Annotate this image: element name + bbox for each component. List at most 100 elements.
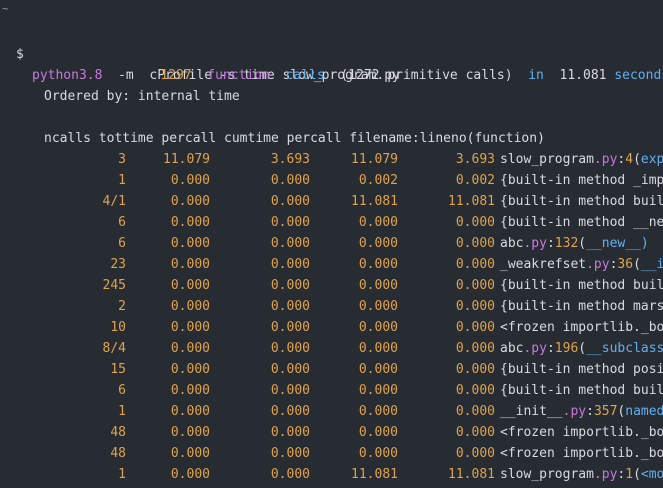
cell-ncalls: 3 (118, 152, 126, 167)
cell-filename: _weakrefset.py:36(__in (500, 257, 663, 272)
cell-filename: {built-in method _imp (500, 173, 663, 188)
cell-cumtime: 0.000 (358, 278, 398, 293)
table-row: 6 0.000 0.000 0.000 0.000 {built-in method bu… (0, 380, 663, 401)
table-header: ncalls tottime percall cumtime percall f… (44, 128, 545, 149)
table-row: 1 0.000 0.000 0.002 0.002 {built-in method _i… (0, 170, 663, 191)
cell-percall: 0.000 (270, 320, 310, 335)
cell-percall-cumulative: 0.000 (455, 425, 495, 440)
cell-filename: abc.py:132(__new__) (500, 236, 649, 251)
cell-cumtime: 0.000 (358, 257, 398, 272)
prompt-line: ~ $ python3.8 -m cProfile -s time slow_p… (0, 2, 400, 83)
cell-percall: 0.000 (270, 173, 310, 188)
cell-percall: 0.000 (270, 383, 310, 398)
cell-percall-cumulative: 0.000 (455, 320, 495, 335)
cell-percall-cumulative: 0.000 (455, 383, 495, 398)
cell-percall: 0.000 (270, 362, 310, 377)
cell-ncalls: 6 (118, 383, 126, 398)
cell-tottime: 11.079 (163, 152, 210, 167)
cell-tottime: 0.000 (170, 194, 210, 209)
cell-filename: <frozen importlib._boo (500, 425, 663, 440)
cell-tottime: 0.000 (170, 446, 210, 461)
cell-percall: 0.000 (270, 257, 310, 272)
table-row: 15 0.000 0.000 0.000 0.000 {built-in method p… (0, 359, 663, 380)
cell-cumtime: 0.000 (358, 404, 398, 419)
cell-cumtime: 0.000 (358, 425, 398, 440)
cell-cumtime: 0.000 (358, 236, 398, 251)
cell-percall: 0.000 (270, 341, 310, 356)
cell-tottime: 0.000 (170, 383, 210, 398)
cell-percall: 0.000 (270, 446, 310, 461)
table-row: 4/1 0.000 0.000 11.081 11.081 {built-in metho… (0, 191, 663, 212)
cell-filename: __init__.py:357(named (500, 404, 663, 419)
cell-percall: 0.000 (270, 215, 310, 230)
cell-filename: {built-in method builtins (500, 194, 663, 209)
table-row: 48 0.000 0.000 0.000 0.000 <frozen importlib.… (0, 443, 663, 464)
table-row: 6 0.000 0.000 0.000 0.000 {built-in method __… (0, 212, 663, 233)
cell-percall: 3.693 (270, 152, 310, 167)
cell-cumtime: 0.000 (358, 320, 398, 335)
cell-percall-cumulative: 0.000 (455, 299, 495, 314)
cell-ncalls: 48 (110, 446, 126, 461)
cell-tottime: 0.000 (170, 257, 210, 272)
terminal-window[interactable]: ~ $ python3.8 -m cProfile -s time slow_p… (0, 0, 663, 488)
cell-ncalls: 48 (110, 425, 126, 440)
cell-percall-cumulative: 0.000 (455, 446, 495, 461)
tilde-indicator: ~ (2, 2, 9, 15)
cell-tottime: 0.000 (170, 362, 210, 377)
summary-calls: calls (285, 68, 325, 83)
cell-percall: 0.000 (270, 278, 310, 293)
cell-filename: {built-in method posix (500, 362, 663, 377)
cell-ncalls: 4/1 (102, 194, 126, 209)
cell-ncalls: 23 (110, 257, 126, 272)
cell-cumtime: 0.000 (358, 341, 398, 356)
cell-tottime: 0.000 (170, 278, 210, 293)
cell-percall: 0.000 (270, 467, 310, 482)
cell-percall: 0.000 (270, 194, 310, 209)
cell-ncalls: 1 (118, 173, 126, 188)
cell-percall: 0.000 (270, 425, 310, 440)
cell-tottime: 0.000 (170, 467, 210, 482)
cell-percall: 0.000 (270, 404, 310, 419)
cell-ncalls: 10 (110, 320, 126, 335)
cell-percall-cumulative: 0.002 (455, 173, 495, 188)
cell-cumtime: 0.000 (358, 362, 398, 377)
table-row: 2 0.000 0.000 0.000 0.000 {built-in method ma… (0, 296, 663, 317)
table-row: 23 0.000 0.000 0.000 0.000 _weakrefset.py:36(… (0, 254, 663, 275)
command-python: python3.8 (32, 68, 103, 83)
cell-filename: <frozen importlib._boo (500, 446, 663, 461)
cell-tottime: 0.000 (170, 236, 210, 251)
cell-tottime: 0.000 (170, 425, 210, 440)
cell-cumtime: 0.000 (358, 215, 398, 230)
cell-filename: {built-in method mars (500, 299, 663, 314)
cell-tottime: 0.000 (170, 299, 210, 314)
cell-percall-cumulative: 0.000 (455, 236, 495, 251)
cell-cumtime: 11.081 (351, 467, 398, 482)
cell-percall-cumulative: 3.693 (455, 152, 495, 167)
cell-ncalls: 8/4 (102, 341, 126, 356)
cell-ncalls: 1 (118, 404, 126, 419)
cell-percall-cumulative: 0.000 (455, 278, 495, 293)
cell-filename: slow_program.py:1(<modu (500, 467, 663, 482)
cell-ncalls: 6 (118, 215, 126, 230)
summary-primitive: (1272 primitive calls) (340, 68, 513, 83)
cell-percall-cumulative: 11.081 (448, 194, 495, 209)
cell-tottime: 0.000 (170, 215, 210, 230)
cell-filename: abc.py:196(__subclassch (500, 341, 663, 356)
cell-tottime: 0.000 (170, 404, 210, 419)
cell-filename: {built-in method builti (500, 278, 663, 293)
header-columns: ncalls tottime percall cumtime percall f… (44, 131, 545, 146)
cell-cumtime: 11.079 (351, 152, 398, 167)
cell-filename: {built-in method buil (500, 383, 663, 398)
cell-tottime: 0.000 (170, 320, 210, 335)
cell-percall-cumulative: 11.081 (448, 467, 495, 482)
cell-percall-cumulative: 0.000 (455, 404, 495, 419)
cell-ncalls: 1 (118, 467, 126, 482)
prompt-symbol: $ (16, 47, 24, 62)
cell-cumtime: 0.000 (358, 383, 398, 398)
cell-percall-cumulative: 0.000 (455, 215, 495, 230)
summary-seconds-value: 11.081 (559, 68, 607, 83)
cell-ncalls: 245 (102, 278, 126, 293)
cell-cumtime: 11.081 (351, 194, 398, 209)
table-row: 3 11.079 3.693 11.079 3.693 slow_program.py:4… (0, 149, 663, 170)
summary-function: function (207, 68, 270, 83)
